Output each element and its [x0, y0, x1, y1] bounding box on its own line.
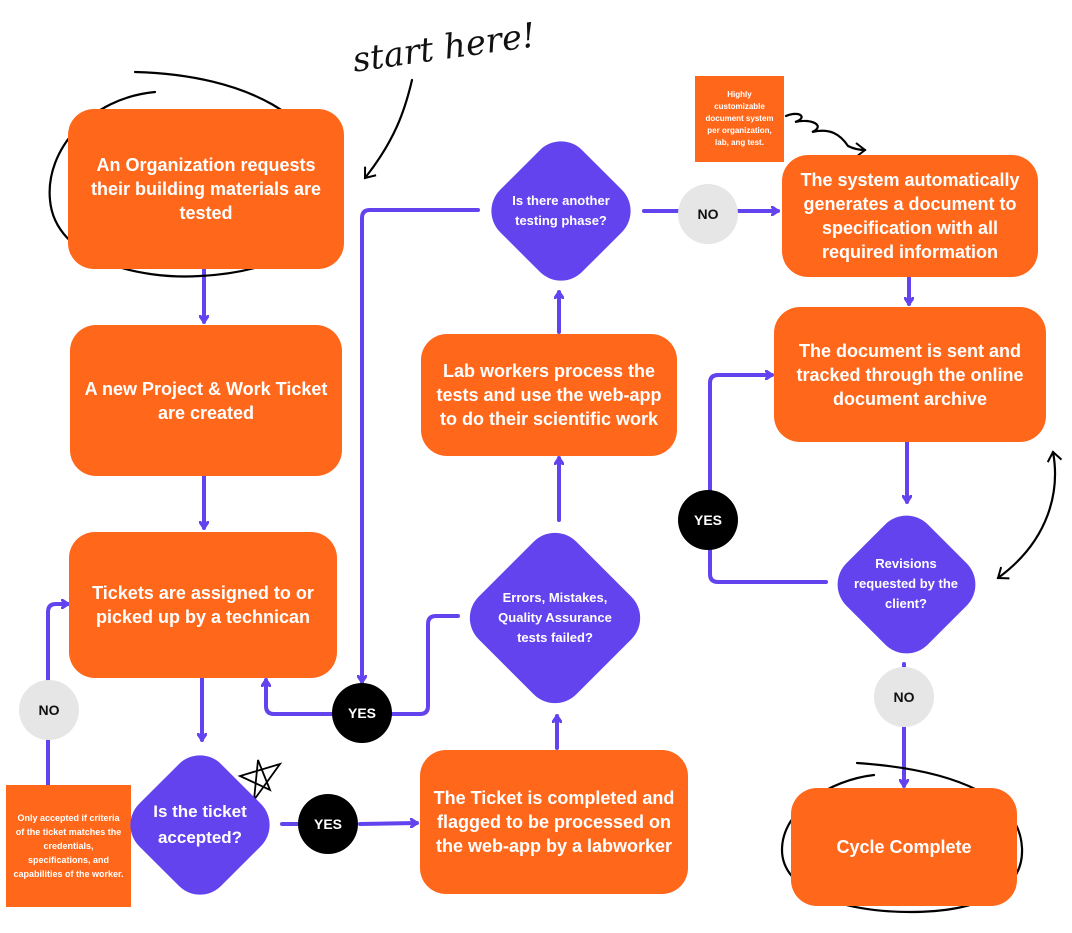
note-customizable-text: Highly customizable document system per …: [705, 90, 774, 147]
badge-yes-qa: YES: [332, 683, 392, 743]
squiggle-arrow: [784, 112, 867, 158]
decision-another-phase[interactable]: Is there another testing phase?: [477, 128, 645, 294]
edge-yes-to-assigned: [266, 678, 335, 716]
node-cycle-complete-label: Cycle Complete: [836, 837, 972, 857]
node-auto-generate-label: The system automatically generates a doc…: [800, 170, 1020, 262]
note-accept-criteria: Only accepted if criteria of the ticket …: [6, 785, 131, 907]
start-arrow: [363, 78, 414, 180]
badge-no-accept: NO: [19, 680, 79, 740]
node-assigned[interactable]: Tickets are assigned to or picked up by …: [69, 532, 337, 678]
node-ticket-completed-label: The Ticket is completed and flagged to b…: [433, 788, 675, 856]
node-lab-workers-label: Lab workers process the tests and use th…: [436, 361, 662, 429]
decision-revisions-label: Revisions requested by the client?: [853, 556, 959, 611]
node-doc-sent-label: The document is sent and tracked through…: [796, 340, 1024, 409]
node-org-request[interactable]: An Organization requests their building …: [68, 109, 344, 269]
edge-yes-to-sent: [708, 375, 774, 492]
note-customizable: Highly customizable document system per …: [695, 76, 784, 162]
node-lab-workers[interactable]: Lab workers process the tests and use th…: [421, 334, 677, 456]
node-new-ticket-label: A new Project & Work Ticket are created: [84, 378, 328, 423]
decision-revisions[interactable]: Revisions requested by the client?: [824, 502, 988, 666]
decision-qa-failed[interactable]: Errors, Mistakes, Quality Assurance test…: [457, 520, 653, 716]
edge-qa-to-yes: [390, 614, 460, 716]
node-assigned-label: Tickets are assigned to or picked up by …: [92, 583, 314, 627]
node-cycle-complete[interactable]: Cycle Complete: [791, 788, 1017, 906]
start-here-annotation: start here!: [350, 15, 539, 81]
note-accept-criteria-text: Only accepted if criteria of the ticket …: [13, 813, 124, 879]
node-doc-sent[interactable]: The document is sent and tracked through…: [774, 307, 1046, 442]
node-org-request-label: An Organization requests their building …: [90, 155, 322, 223]
node-auto-generate[interactable]: The system automatically generates a doc…: [782, 155, 1038, 277]
revision-double-arrow: [996, 450, 1063, 580]
node-new-ticket[interactable]: A new Project & Work Ticket are created: [70, 325, 342, 476]
edge-revisions-to-yes: [708, 548, 828, 584]
node-ticket-completed[interactable]: The Ticket is completed and flagged to b…: [420, 750, 688, 894]
decision-accepted-label: Is the ticket accepted?: [153, 802, 247, 847]
badge-yes-revisions: YES: [678, 490, 738, 550]
edge-yes-to-completed: [358, 823, 419, 824]
badge-no-revisions: NO: [874, 667, 934, 727]
decision-another-phase-label: Is there another testing phase?: [512, 193, 610, 228]
badge-yes-accept: YES: [298, 794, 358, 854]
decision-accepted[interactable]: Is the ticket accepted?: [115, 742, 285, 908]
flowchart-canvas: start here! An Organization requests the…: [0, 0, 1072, 933]
decision-qa-failed-label: Errors, Mistakes, Quality Assurance test…: [498, 590, 612, 645]
badge-no-phase: NO: [678, 184, 738, 244]
